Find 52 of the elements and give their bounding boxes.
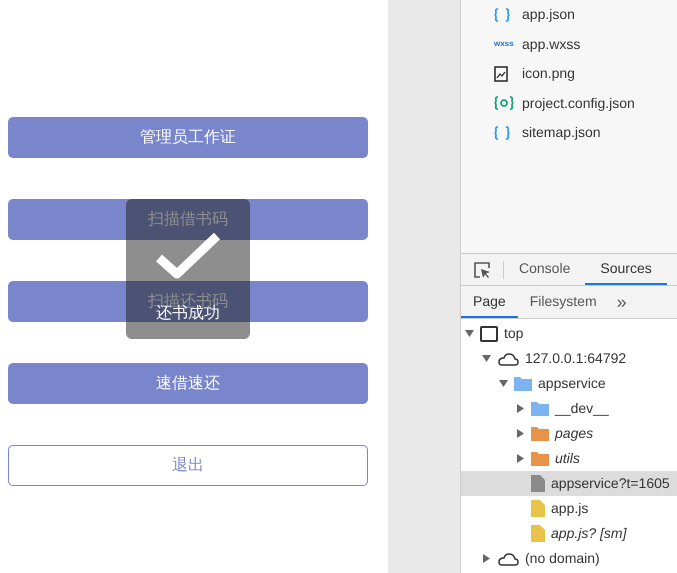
file-name: project.config.json xyxy=(522,94,635,113)
panel-tab[interactable]: Console xyxy=(504,254,586,285)
expanded-triangle-icon[interactable] xyxy=(465,329,474,338)
navigator-tab[interactable]: Filesystem xyxy=(518,286,609,318)
file-item[interactable]: app.json xyxy=(494,0,677,30)
file-item[interactable]: icon.png xyxy=(494,59,677,88)
frame-icon xyxy=(480,326,498,342)
collapsed-triangle-icon[interactable] xyxy=(516,429,525,438)
cloud-icon xyxy=(497,350,519,366)
tree-item[interactable]: pages xyxy=(461,421,677,446)
tree-item[interactable]: app.js xyxy=(461,496,677,521)
tree-label: appservice xyxy=(538,374,606,393)
tree-item[interactable]: appservice?t=1605 xyxy=(461,471,677,496)
navigator-tab[interactable]: Page xyxy=(461,286,518,318)
file-name: icon.png xyxy=(522,64,575,84)
inspect-icon[interactable] xyxy=(473,260,491,278)
file-name: app.json xyxy=(522,5,575,24)
expanded-triangle-icon[interactable] xyxy=(499,379,508,388)
file-item[interactable]: sitemap.json xyxy=(494,118,677,148)
file-item[interactable]: project.config.json xyxy=(494,88,677,118)
tree-label: (no domain) xyxy=(525,549,600,568)
tree-label: app.js xyxy=(551,499,588,518)
image-icon xyxy=(494,66,508,82)
collapsed-triangle-icon[interactable] xyxy=(516,454,525,463)
tree-label: utils xyxy=(555,449,580,468)
tree-item[interactable]: top xyxy=(461,321,677,346)
file-name: app.wxss xyxy=(522,34,580,54)
tree-label: 127.0.0.1:64792 xyxy=(525,349,626,368)
toast-text: 还书成功 xyxy=(156,306,220,322)
tree-item[interactable]: utils xyxy=(461,446,677,471)
tree-label: app.js? [sm] xyxy=(551,524,626,543)
tree-item[interactable]: appservice xyxy=(461,371,677,396)
tree-label: top xyxy=(504,324,524,343)
cloud-icon xyxy=(497,550,519,566)
collapsed-triangle-icon[interactable] xyxy=(516,404,525,413)
expanded-triangle-icon[interactable] xyxy=(482,354,491,363)
checkmark-icon xyxy=(155,232,221,280)
tree-item[interactable]: app.js? [sm] xyxy=(461,521,677,546)
tree-item[interactable]: __dev__ xyxy=(461,396,677,421)
tree-label: pages xyxy=(555,424,594,443)
tree-item[interactable]: (no domain) xyxy=(461,546,677,571)
tree-label: appservice?t=1605 xyxy=(551,474,670,493)
file-name: sitemap.json xyxy=(522,123,601,142)
tree-item[interactable]: 127.0.0.1:64792 xyxy=(461,346,677,371)
wxss-icon: wxss xyxy=(494,38,516,50)
braces-icon xyxy=(494,8,510,22)
braces-icon xyxy=(494,126,510,140)
collapsed-triangle-icon[interactable] xyxy=(482,554,491,563)
file-item[interactable]: wxss app.wxss xyxy=(494,30,677,59)
tree-label: __dev__ xyxy=(555,399,609,418)
config-braces-icon xyxy=(494,96,514,110)
more-tabs-button[interactable]: » xyxy=(608,288,635,316)
